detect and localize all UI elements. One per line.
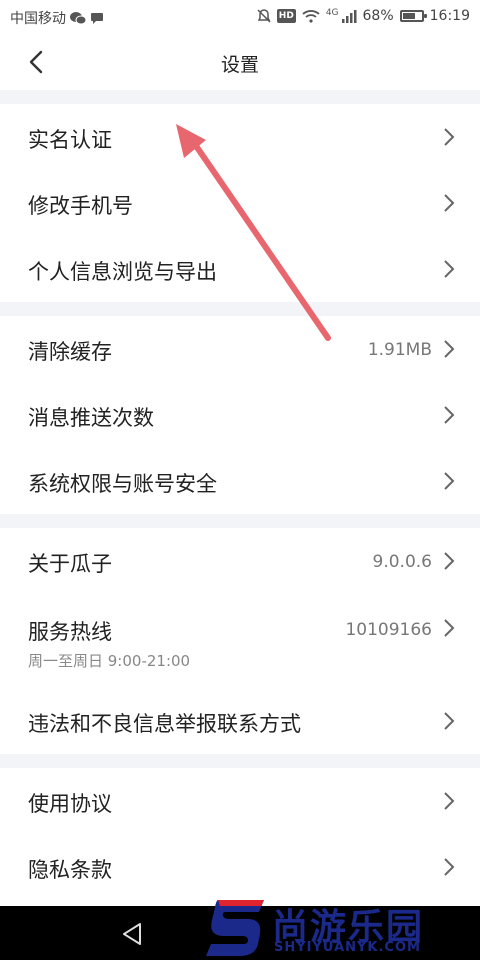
- status-bar: 中国移动 HD 4G 68% 16:19: [0, 0, 480, 34]
- wechat-icon: [70, 10, 86, 26]
- chevron-right-icon: [444, 260, 455, 278]
- battery-percent: 68%: [362, 8, 394, 24]
- nav-back-triangle-icon[interactable]: [118, 920, 146, 948]
- hotline-number: 10109166: [345, 620, 432, 640]
- title-bar: 设置: [0, 34, 480, 90]
- chevron-right-icon: [444, 792, 455, 810]
- signal-icon: [341, 8, 357, 24]
- chevron-right-icon: [444, 340, 455, 358]
- carrier-label: 中国移动: [10, 11, 66, 27]
- settings-item-label: 清除缓存: [28, 340, 112, 364]
- watermark-logo: 尚游乐园 SHYIYUANYK.COM: [200, 896, 480, 960]
- settings-item-real-name[interactable]: 实名认证: [0, 104, 480, 170]
- settings-item-label: 实名认证: [28, 128, 112, 152]
- watermark-s-logo-icon: [206, 900, 264, 956]
- settings-item-label: 消息推送次数: [28, 406, 154, 430]
- chevron-right-icon: [444, 194, 455, 212]
- settings-item-label: 违法和不良信息举报联系方式: [28, 712, 301, 736]
- network-type: 4G: [325, 8, 339, 18]
- chevron-right-icon: [444, 406, 455, 424]
- section-divider: [0, 90, 480, 104]
- settings-item-change-phone[interactable]: 修改手机号: [0, 170, 480, 236]
- settings-item-terms[interactable]: 使用协议: [0, 768, 480, 834]
- chevron-right-icon: [444, 619, 455, 637]
- chevron-right-icon: [444, 128, 455, 146]
- settings-item-label: 服务热线: [28, 620, 112, 644]
- section-divider: [0, 302, 480, 316]
- section-divider: [0, 754, 480, 768]
- chevron-right-icon: [444, 858, 455, 876]
- settings-item-permissions-security[interactable]: 系统权限与账号安全: [0, 448, 480, 514]
- cache-size: 1.91MB: [367, 340, 432, 360]
- settings-item-label: 系统权限与账号安全: [28, 472, 217, 496]
- mute-icon: [257, 8, 271, 24]
- app-version: 9.0.0.6: [372, 552, 432, 572]
- settings-item-label: 使用协议: [28, 792, 112, 816]
- chevron-right-icon: [444, 712, 455, 730]
- settings-item-personal-info[interactable]: 个人信息浏览与导出: [0, 236, 480, 302]
- settings-item-hotline[interactable]: 服务热线 10109166 周一至周日 9:00-21:00: [0, 594, 480, 686]
- settings-item-label: 隐私条款: [28, 858, 112, 882]
- section-divider: [0, 514, 480, 528]
- chevron-right-icon: [444, 552, 455, 570]
- clock: 16:19: [429, 8, 470, 24]
- watermark-url: SHYIYUANYK.COM: [274, 940, 421, 955]
- settings-item-label: 关于瓜子: [28, 552, 112, 576]
- settings-item-label: 修改手机号: [28, 194, 133, 218]
- chevron-right-icon: [444, 472, 455, 490]
- settings-item-clear-cache[interactable]: 清除缓存 1.91MB: [0, 316, 480, 382]
- battery-icon: [399, 10, 427, 22]
- settings-item-report-contact[interactable]: 违法和不良信息举报联系方式: [0, 686, 480, 754]
- message-icon: [90, 10, 104, 26]
- settings-item-about[interactable]: 关于瓜子 9.0.0.6: [0, 528, 480, 594]
- settings-item-label: 个人信息浏览与导出: [28, 260, 217, 284]
- hotline-hours: 周一至周日 9:00-21:00: [28, 652, 191, 670]
- page-title: 设置: [220, 54, 259, 76]
- settings-item-push-count[interactable]: 消息推送次数: [0, 382, 480, 448]
- wifi-icon: [302, 8, 320, 24]
- hd-badge: HD: [276, 9, 296, 23]
